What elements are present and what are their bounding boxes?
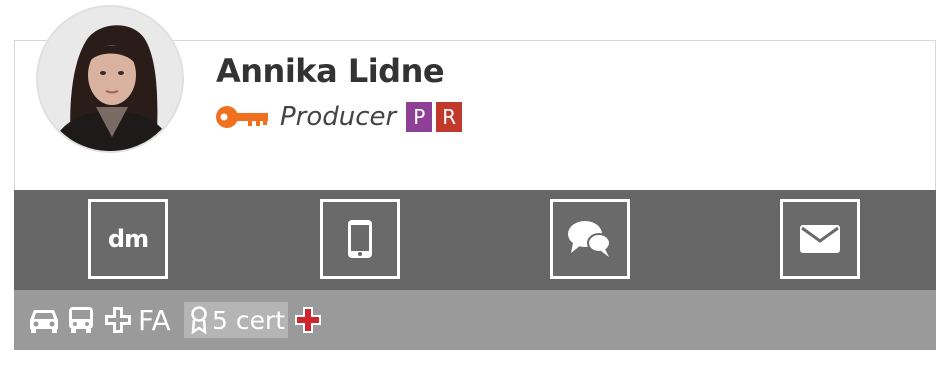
cert-chip[interactable]: 5 cert	[184, 302, 288, 338]
role-label: Producer	[280, 102, 397, 132]
red-cross-icon	[294, 290, 322, 350]
chat-button[interactable]	[550, 199, 630, 279]
envelope-icon	[800, 225, 840, 253]
car-icon	[28, 290, 60, 350]
phone-button[interactable]	[320, 199, 400, 279]
fa-label: FA	[138, 303, 171, 337]
mobile-phone-icon	[348, 220, 372, 258]
email-button[interactable]	[780, 199, 860, 279]
chat-bubbles-icon	[568, 221, 611, 257]
profile-name: Annika Lidne	[216, 52, 445, 90]
award-ribbon-icon	[191, 306, 207, 334]
footer-bar: FA 5 cert	[14, 290, 936, 350]
action-bar: dm	[14, 190, 936, 290]
fa-label-wrap: FA	[138, 290, 171, 350]
dm-label: dm	[107, 225, 149, 253]
key-icon	[216, 106, 268, 128]
role-row: Producer P R	[214, 100, 466, 134]
first-aid-cross-icon	[104, 290, 132, 350]
badge-p: P	[406, 102, 433, 132]
cert-label: 5 cert	[212, 305, 286, 335]
avatar	[36, 5, 184, 153]
badge-r: R	[436, 102, 463, 132]
bus-icon	[68, 290, 94, 350]
dm-button[interactable]: dm	[88, 199, 168, 279]
